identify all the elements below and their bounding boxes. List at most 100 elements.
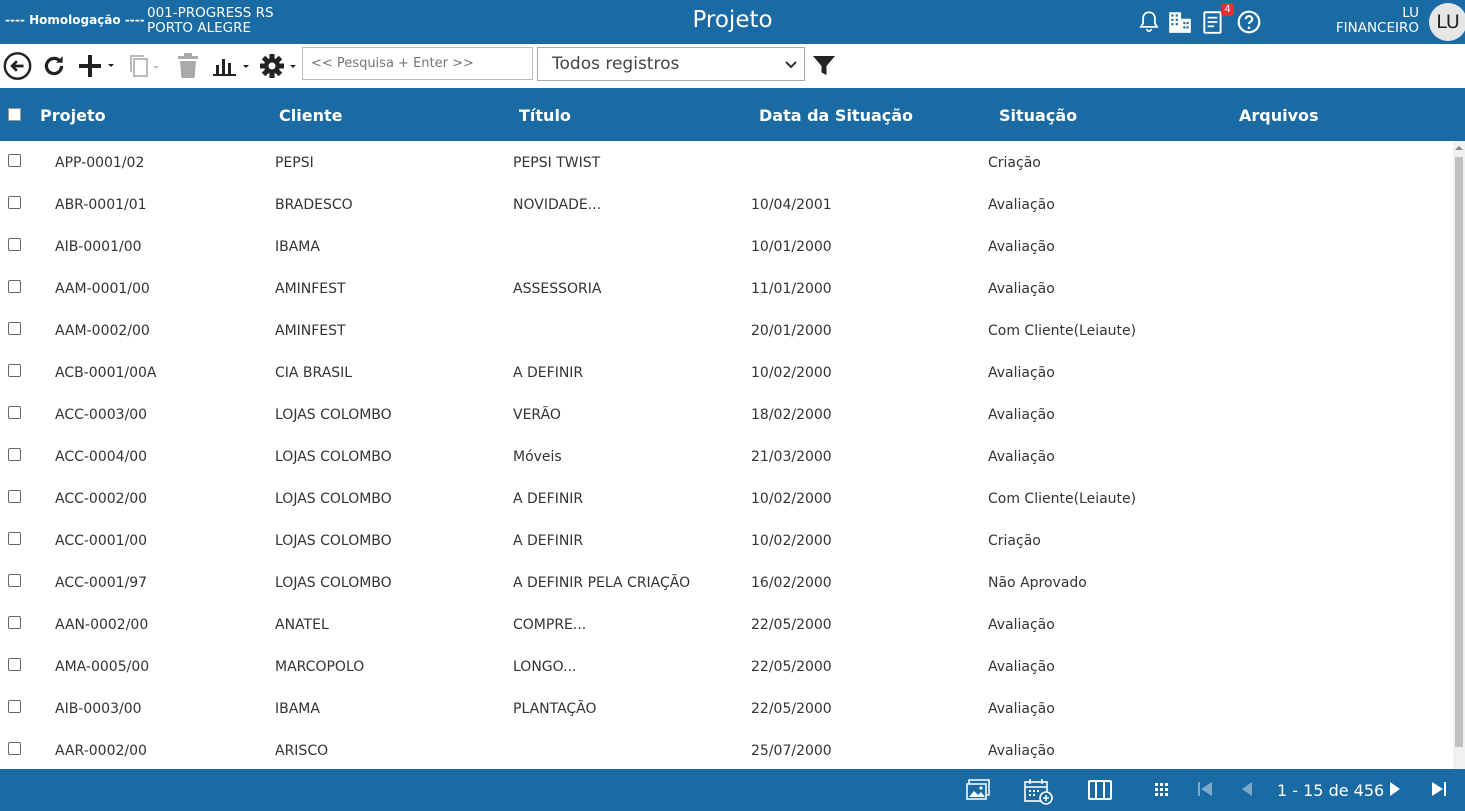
grid-view-icon[interactable] [1154, 779, 1170, 803]
cell-cliente: LOJAS COLOMBO [275, 533, 392, 549]
row-checkbox[interactable] [8, 280, 21, 293]
cell-cliente: ANATEL [275, 617, 329, 633]
copy-button[interactable] [128, 53, 162, 79]
row-checkbox[interactable] [8, 700, 21, 713]
last-page-icon[interactable] [1431, 779, 1447, 803]
table-row[interactable]: ACC-0001/97 LOJAS COLOMBO A DEFINIR PELA C… [0, 561, 1453, 603]
cell-titulo: ASSESSORIA [513, 281, 602, 297]
columns-view-icon[interactable] [1088, 779, 1112, 805]
refresh-icon[interactable] [41, 53, 67, 79]
table-header: Projeto Cliente Título Data da Situação … [0, 88, 1465, 141]
scroll-up-icon[interactable] [1455, 144, 1463, 152]
row-checkbox[interactable] [8, 196, 21, 209]
cell-projeto: ACC-0004/00 [55, 449, 148, 465]
cell-situacao: Avaliação [988, 617, 1055, 633]
row-checkbox[interactable] [8, 406, 21, 419]
filter-icon[interactable] [812, 54, 836, 78]
table-row[interactable]: AAM-0002/00 AMINFEST 20/01/2000 Com Cliente… [0, 309, 1453, 351]
cell-projeto: ACC-0001/00 [55, 533, 148, 549]
table-row[interactable]: ACB-0001/00A CIA BRASIL A DEFINIR 10/02/200… [0, 351, 1453, 393]
cell-situacao: Avaliação [988, 659, 1055, 675]
table-body: APP-0001/02 PEPSI PEPSI TWIST Criação ABR-0… [0, 141, 1453, 769]
chart-button[interactable] [212, 53, 252, 79]
cell-situacao: Criação [988, 155, 1041, 171]
table-row[interactable]: ACC-0004/00 LOJAS COLOMBO Móveis 21/03/2000… [0, 435, 1453, 477]
cell-projeto: AAR-0002/00 [55, 743, 147, 759]
bell-icon[interactable] [1136, 9, 1162, 35]
cell-data: 10/04/2001 [751, 197, 832, 213]
cell-cliente: LOJAS COLOMBO [275, 407, 392, 423]
cell-titulo: Móveis [513, 449, 562, 465]
table-row[interactable]: ABR-0001/01 BRADESCO NOVIDADE... 10/04/2001… [0, 183, 1453, 225]
column-header-data-situacao[interactable]: Data da Situação [759, 106, 913, 125]
table-row[interactable]: AAN-0002/00 ANATEL COMPRE... 22/05/2000 Aval… [0, 603, 1453, 645]
cell-projeto: ACB-0001/00A [55, 365, 157, 381]
previous-page-icon[interactable] [1240, 779, 1254, 803]
table-row[interactable]: AMA-0005/00 MARCOPOLO LONGO... 22/05/2000 Av… [0, 645, 1453, 687]
row-checkbox[interactable] [8, 574, 21, 587]
cell-situacao: Não Aprovado [988, 575, 1087, 591]
row-checkbox[interactable] [8, 616, 21, 629]
back-icon[interactable] [3, 52, 32, 81]
cell-data: 18/02/2000 [751, 407, 832, 423]
settings-button[interactable] [259, 53, 299, 79]
user-name: LU [1402, 5, 1419, 21]
table-row[interactable]: AIB-0001/00 IBAMA 10/01/2000 Avaliação [0, 225, 1453, 267]
column-header-arquivos[interactable]: Arquivos [1239, 106, 1319, 125]
table-row[interactable]: AAM-0001/00 AMINFEST ASSESSORIA 11/01/2000 A… [0, 267, 1453, 309]
column-header-titulo[interactable]: Título [519, 106, 571, 125]
row-checkbox[interactable] [8, 490, 21, 503]
table-row[interactable]: ACC-0001/00 LOJAS COLOMBO A DEFINIR 10/02/2… [0, 519, 1453, 561]
table-row[interactable]: ACC-0002/00 LOJAS COLOMBO A DEFINIR 10/02/2… [0, 477, 1453, 519]
cell-projeto: ACC-0003/00 [55, 407, 148, 423]
row-checkbox[interactable] [8, 238, 21, 251]
cell-titulo: COMPRE... [513, 617, 587, 633]
cell-cliente: MARCOPOLO [275, 659, 365, 675]
column-header-situacao[interactable]: Situação [999, 106, 1077, 125]
cell-projeto: ACC-0001/97 [55, 575, 148, 591]
cell-titulo: A DEFINIR [513, 491, 584, 507]
first-page-icon[interactable] [1197, 779, 1213, 803]
search-input[interactable] [302, 47, 533, 80]
cell-data: 11/01/2000 [751, 281, 832, 297]
column-header-cliente[interactable]: Cliente [279, 106, 342, 125]
building-icon[interactable] [1167, 9, 1193, 35]
row-checkbox[interactable] [8, 658, 21, 671]
table-row[interactable]: AAR-0002/00 ARISCO 25/07/2000 Avaliação [0, 729, 1453, 769]
cell-cliente: BRADESCO [275, 197, 353, 213]
calendar-add-icon[interactable] [1024, 779, 1054, 809]
image-gallery-icon[interactable] [966, 779, 990, 805]
cell-titulo: A DEFINIR [513, 533, 584, 549]
table-row[interactable]: AIB-0003/00 IBAMA PLANTAÇÃO 22/05/2000 Avali… [0, 687, 1453, 729]
cell-cliente: CIA BRASIL [275, 365, 353, 381]
row-checkbox[interactable] [8, 742, 21, 755]
row-checkbox[interactable] [8, 532, 21, 545]
toolbar: Todos registros [0, 44, 1465, 88]
trash-icon[interactable] [176, 53, 200, 79]
table-row[interactable]: APP-0001/02 PEPSI PEPSI TWIST Criação [0, 141, 1453, 183]
column-header-projeto[interactable]: Projeto [40, 106, 106, 125]
cell-titulo: A DEFINIR PELA CRIAÇÃO [513, 575, 691, 591]
row-checkbox[interactable] [8, 448, 21, 461]
next-page-icon[interactable] [1388, 779, 1402, 803]
vertical-scrollbar[interactable] [1453, 141, 1465, 769]
help-icon[interactable] [1236, 9, 1262, 35]
row-checkbox[interactable] [8, 322, 21, 335]
row-checkbox[interactable] [8, 364, 21, 377]
user-info[interactable]: LU FINANCEIRO [1336, 6, 1419, 36]
cell-situacao: Avaliação [988, 743, 1055, 759]
cell-projeto: AAM-0001/00 [55, 281, 150, 297]
cell-cliente: LOJAS COLOMBO [275, 449, 392, 465]
cell-data: 10/01/2000 [751, 239, 832, 255]
select-all-checkbox[interactable] [8, 108, 21, 121]
chevron-down-icon [784, 56, 798, 76]
avatar[interactable]: LU [1429, 3, 1465, 41]
records-filter-select[interactable]: Todos registros [537, 47, 805, 81]
table-row[interactable]: ACC-0003/00 LOJAS COLOMBO VERÃO 18/02/2000 A… [0, 393, 1453, 435]
row-checkbox[interactable] [8, 154, 21, 167]
add-button[interactable] [78, 53, 118, 79]
cell-data: 10/02/2000 [751, 533, 832, 549]
cell-data: 21/03/2000 [751, 449, 832, 465]
cell-cliente: IBAMA [275, 239, 320, 255]
scrollbar-thumb[interactable] [1455, 157, 1463, 747]
